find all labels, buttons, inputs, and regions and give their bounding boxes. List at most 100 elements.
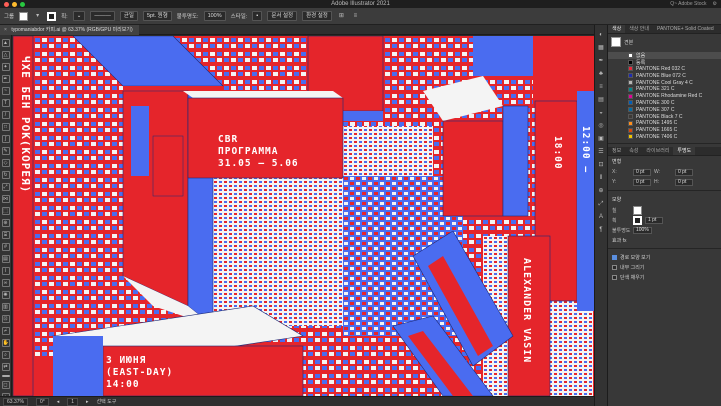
transform-panel-icon[interactable]: ⤢ xyxy=(597,200,605,208)
eyedropper-tool-icon[interactable]: ⌇ xyxy=(1,267,10,275)
next-artboard-icon[interactable]: ▸ xyxy=(86,399,89,405)
chevron-down-icon[interactable]: ▾ xyxy=(33,12,42,21)
swatch-row[interactable]: PANTONE Rhodamine Red C xyxy=(608,93,721,100)
shape-builder-tool-icon[interactable]: ⊕ xyxy=(1,219,10,227)
active-swatch[interactable] xyxy=(611,37,621,47)
w-field[interactable]: 0 pt xyxy=(675,168,693,176)
scale-tool-icon[interactable]: ⤢ xyxy=(1,183,10,191)
previous-artboard-icon[interactable]: ◂ xyxy=(57,399,60,405)
option-b-checkbox[interactable] xyxy=(612,264,617,270)
symbols-panel-icon[interactable]: ♣ xyxy=(597,70,605,78)
direct-selection-tool-icon[interactable]: △ xyxy=(1,51,10,59)
magic-wand-tool-icon[interactable]: ✦ xyxy=(1,63,10,71)
style-dropdown[interactable]: ▪ xyxy=(252,11,263,21)
line-tool-icon[interactable]: / xyxy=(1,111,10,119)
swap-fill-stroke-icon[interactable]: ⇄ xyxy=(1,363,10,371)
tab-properties[interactable]: 속성 xyxy=(625,147,642,155)
swatch-row[interactable]: 등록 xyxy=(608,59,721,66)
paragraph-panel-icon[interactable]: ¶ xyxy=(597,226,605,234)
stroke-color-icon[interactable]: ◻ xyxy=(1,381,10,389)
graph-tool-icon[interactable]: ▥ xyxy=(1,303,10,311)
align-panel-icon[interactable]: ⫴ xyxy=(597,174,605,182)
hand-tool-icon[interactable]: ✋ xyxy=(1,339,10,347)
tab-color[interactable]: 색상 xyxy=(608,25,626,33)
swatch-row[interactable]: PANTONE 7406 C xyxy=(608,134,721,141)
type-tool-icon[interactable]: T xyxy=(1,99,10,107)
swatch-row[interactable]: PANTONE 307 C xyxy=(608,106,721,113)
color-panel-icon[interactable]: ◐ xyxy=(597,31,605,39)
more-icon[interactable]: ≡ xyxy=(351,12,360,21)
swatches-panel-icon[interactable]: ▦ xyxy=(597,44,605,52)
stroke-weight-dropdown[interactable]: ⌄ xyxy=(72,11,86,21)
tab-color-guide[interactable]: 색상 안내 xyxy=(625,25,653,33)
tab-pantone[interactable]: PANTONE+ Solid Coated xyxy=(653,25,718,33)
eraser-tool-icon[interactable]: ◇ xyxy=(1,159,10,167)
paintbrush-tool-icon[interactable]: ʃ xyxy=(1,135,10,143)
rotation-field[interactable]: 0° xyxy=(35,397,49,406)
swatch-row[interactable]: PANTONE 1495 C xyxy=(608,120,721,127)
close-icon[interactable]: × xyxy=(4,27,7,33)
stroke-swatch-panel[interactable] xyxy=(633,215,642,225)
document-tab[interactable]: × typomaniabdor 카피.ai @ 63.37% (RGB/GPU … xyxy=(0,25,139,35)
swatch-row[interactable]: PANTONE Black 7 C xyxy=(608,113,721,120)
transparency-panel-icon[interactable]: ◒ xyxy=(597,109,605,117)
document-setup-button[interactable]: 문서 설정 xyxy=(267,11,298,21)
arrange-icon[interactable]: ⊞ xyxy=(337,12,346,21)
artboard-tool-icon[interactable]: ⊡ xyxy=(1,315,10,323)
layers-panel-icon[interactable]: ☰ xyxy=(597,148,605,156)
x-field[interactable]: 0 pt xyxy=(633,168,651,176)
pen-tool-icon[interactable]: ✒ xyxy=(1,75,10,83)
h-field[interactable]: 0 pt xyxy=(675,178,693,186)
gradient-panel-icon[interactable]: ▤ xyxy=(597,96,605,104)
effects-button[interactable]: 효과 fx xyxy=(612,237,626,244)
swatch-row[interactable]: 없음 xyxy=(608,52,721,59)
swatch-row[interactable]: PANTONE 300 C xyxy=(608,100,721,107)
opacity-field[interactable]: 100% xyxy=(203,11,226,21)
swatch-row[interactable]: PANTONE Cool Gray 4 C xyxy=(608,79,721,86)
swatch-row[interactable]: PANTONE Red 032 C xyxy=(608,66,721,73)
curvature-tool-icon[interactable]: ~ xyxy=(1,87,10,95)
zoom-field[interactable]: 63.37% xyxy=(3,397,28,406)
artboards-panel-icon[interactable]: ⊡ xyxy=(597,161,605,169)
fill-swatch[interactable] xyxy=(19,11,29,21)
symbol-sprayer-tool-icon[interactable]: ✺ xyxy=(1,291,10,299)
rectangle-tool-icon[interactable]: □ xyxy=(1,123,10,131)
option-a-checkbox[interactable] xyxy=(612,254,617,260)
zoom-tool-icon[interactable]: ⌕ xyxy=(1,351,10,359)
perspective-tool-icon[interactable]: ⌸ xyxy=(1,231,10,239)
slice-tool-icon[interactable]: ⌿ xyxy=(1,327,10,335)
variable-width-dropdown[interactable]: ——— xyxy=(90,11,115,21)
appearance-panel-icon[interactable]: ◎ xyxy=(597,122,605,130)
tab-info[interactable]: 정보 xyxy=(608,147,625,155)
fill-color-icon[interactable] xyxy=(1,375,10,377)
character-panel-icon[interactable]: A xyxy=(597,213,605,221)
pathfinder-panel-icon[interactable]: ⊕ xyxy=(597,187,605,195)
swatch-row[interactable]: PANTONE Blue 072 C xyxy=(608,72,721,79)
y-field[interactable]: 0 pt xyxy=(633,178,651,186)
brush-dropdown[interactable]: 균일 xyxy=(119,11,138,21)
tab-transparency[interactable]: 투명도 xyxy=(673,147,696,156)
graphic-styles-panel-icon[interactable]: ▣ xyxy=(597,135,605,143)
width-tool-icon[interactable]: ⋈ xyxy=(1,195,10,203)
stroke-swatch[interactable] xyxy=(47,11,57,21)
swatch-row[interactable]: PANTONE 1665 C xyxy=(608,127,721,134)
artboard-number[interactable]: 1 xyxy=(67,397,79,406)
pencil-tool-icon[interactable]: ✎ xyxy=(1,147,10,155)
rotate-tool-icon[interactable]: ↻ xyxy=(1,171,10,179)
gradient-tool-icon[interactable]: ▤ xyxy=(1,255,10,263)
option-c-checkbox[interactable] xyxy=(612,274,617,280)
swatch-row[interactable]: PANTONE 321 C xyxy=(608,86,721,93)
selection-tool-icon[interactable]: ▲ xyxy=(1,39,10,47)
settings-icon[interactable]: ⚙ xyxy=(713,0,717,8)
preferences-button[interactable]: 환경 설정 xyxy=(302,11,332,21)
mesh-tool-icon[interactable]: # xyxy=(1,243,10,251)
basic-brush-dropdown[interactable]: 5pt. 원형 xyxy=(142,11,172,21)
stroke-weight-field[interactable]: 1 pt xyxy=(645,216,663,224)
stock-search[interactable]: Q~ Adobe Stock xyxy=(670,0,706,8)
fill-swatch-panel[interactable] xyxy=(633,205,642,215)
tab-libraries[interactable]: 라이브러리 xyxy=(642,147,673,155)
opacity-field-panel[interactable]: 100% xyxy=(633,226,652,234)
artboard-canvas[interactable]: ЧХЕ БЕН РОК(КОРЕЯ) CBR ПРОГРАММА 31.05 —… xyxy=(13,36,594,396)
free-transform-tool-icon[interactable]: ⬚ xyxy=(1,207,10,215)
brushes-panel-icon[interactable]: ✒ xyxy=(597,57,605,65)
